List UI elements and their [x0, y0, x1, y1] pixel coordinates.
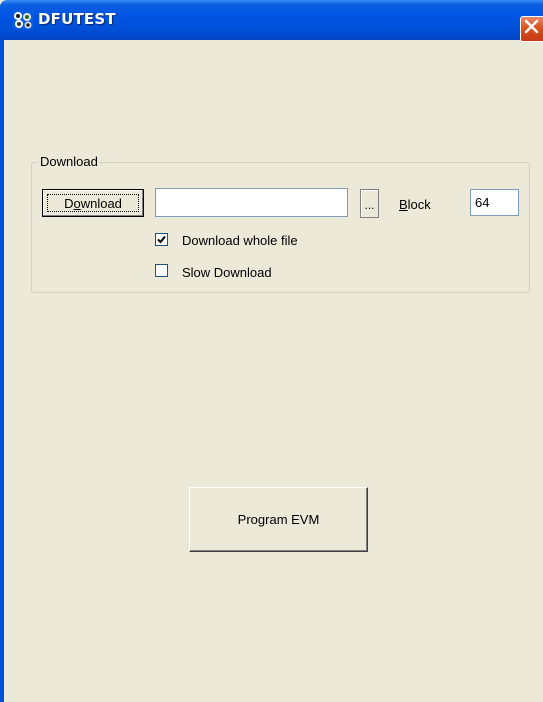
main-window: DFUTEST Download Download ... Block Down… [0, 0, 543, 702]
download-groupbox-label: Download [38, 154, 100, 170]
close-button[interactable] [520, 16, 543, 42]
slow-download-label[interactable]: Slow Download [182, 265, 272, 280]
block-label: Block [399, 197, 431, 212]
title-bar[interactable]: DFUTEST [0, 0, 543, 42]
download-button-label: Download [64, 195, 122, 211]
app-icon [13, 11, 33, 29]
slow-download-checkbox[interactable] [155, 264, 168, 277]
download-whole-file-label[interactable]: Download whole file [182, 233, 298, 248]
download-button[interactable]: Download [42, 189, 144, 217]
window-title: DFUTEST [38, 10, 116, 28]
window-left-border [0, 40, 4, 702]
block-size-input[interactable] [470, 189, 519, 216]
browse-button[interactable]: ... [360, 189, 379, 218]
program-evm-button[interactable]: Program EVM [189, 487, 368, 552]
download-button-focus: Download [47, 194, 139, 212]
download-groupbox [31, 162, 530, 293]
file-path-input[interactable] [155, 188, 348, 217]
download-whole-file-checkbox[interactable] [155, 233, 168, 246]
